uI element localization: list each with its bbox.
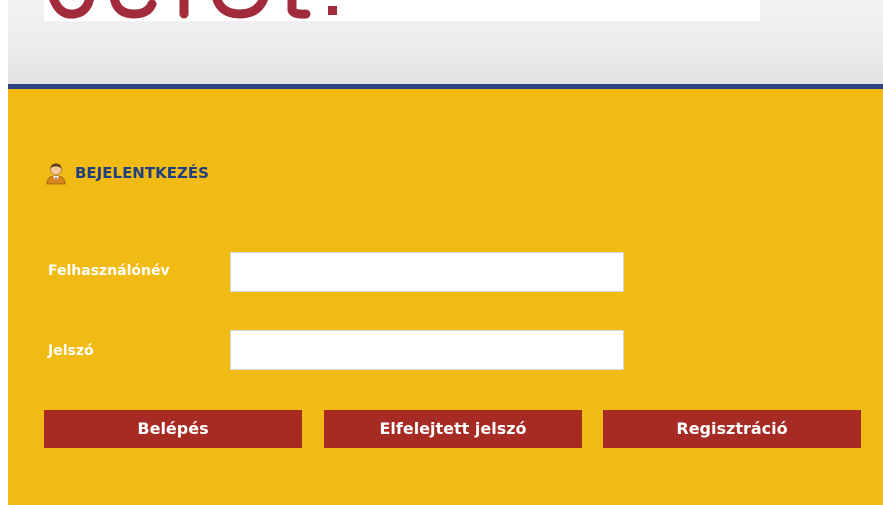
password-input[interactable] <box>230 330 624 370</box>
login-heading: BEJELENTKEZÉS <box>45 161 209 185</box>
logo-graphic <box>49 0 337 19</box>
username-label: Felhasználónév <box>48 263 170 279</box>
register-button[interactable]: Regisztráció <box>603 410 861 448</box>
login-page: BEJELENTKEZÉS Felhasználónév Jelszó Belé… <box>0 0 883 505</box>
username-input[interactable] <box>230 252 624 292</box>
login-title: BEJELENTKEZÉS <box>75 164 209 182</box>
site-logo[interactable] <box>44 0 760 21</box>
forgot-password-button[interactable]: Elfelejtett jelszó <box>324 410 582 448</box>
login-button[interactable]: Belépés <box>44 410 302 448</box>
user-icon <box>45 161 67 185</box>
password-label: Jelszó <box>48 343 94 359</box>
